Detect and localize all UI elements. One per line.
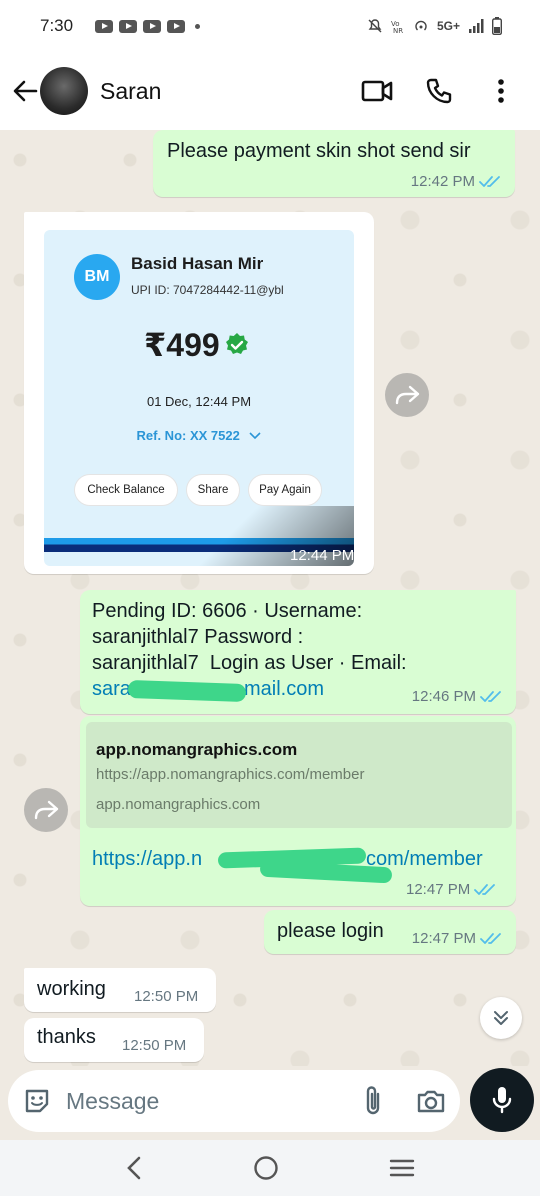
microphone-icon (492, 1087, 512, 1114)
message-meta: 12:47 PM (406, 881, 498, 898)
back-button[interactable] (10, 76, 40, 106)
scroll-to-bottom-button[interactable] (480, 997, 522, 1039)
payment-date: 01 Dec, 12:44 PM (146, 394, 252, 409)
message-line: saranjithlal7 Password : (92, 626, 304, 648)
forward-arrow-icon (34, 800, 59, 820)
preview-url: https://app.nomangraphics.com/member (96, 766, 365, 783)
sticker-icon[interactable] (22, 1086, 52, 1116)
video-call-button[interactable] (360, 74, 394, 108)
message-time: 12:47 PM (406, 881, 471, 898)
message-line: Pending ID: 6606 · Username: (92, 600, 363, 622)
payee-name: Basid Hasan Mir (131, 254, 264, 273)
message-input[interactable]: Message (66, 1088, 159, 1115)
voice-message-button[interactable] (470, 1068, 534, 1132)
payment-screenshot[interactable]: BM Basid Hasan Mir UPI ID: 7047284442-11… (44, 230, 354, 566)
contact-name[interactable]: Saran (100, 78, 161, 105)
forward-button[interactable] (24, 788, 68, 832)
video-camera-icon (361, 80, 393, 102)
preview-domain: app.nomangraphics.com (96, 796, 261, 813)
nav-recents-icon[interactable] (388, 1157, 416, 1179)
payee-avatar: BM (74, 254, 120, 300)
nav-home-icon[interactable] (252, 1154, 280, 1182)
verified-check-icon (225, 333, 248, 354)
chat-header: Saran (0, 52, 540, 130)
more-notifications-icon (195, 23, 201, 29)
message-meta: 12:46 PM (412, 688, 504, 705)
share-button: Share (186, 474, 240, 506)
notification-icons (95, 19, 201, 33)
message-line: saranjithlal7 Login as User · Email: (92, 652, 407, 674)
double-chevron-down-icon (494, 1011, 508, 1025)
message-text: Please payment skin shot send sir (167, 140, 471, 162)
message-meta: 12:47 PM (412, 930, 504, 947)
system-navigation-bar (0, 1140, 540, 1196)
message-time: 12:46 PM (411, 688, 476, 705)
email-link-end[interactable]: mail.com (244, 676, 324, 702)
message-meta: 12:42 PM (411, 173, 503, 190)
email-link-start[interactable]: sara (92, 676, 131, 702)
svg-text:NR: NR (393, 27, 403, 34)
message-time: 12:47 PM (411, 930, 476, 947)
youtube-icon (119, 19, 138, 33)
message-composer: Message (8, 1070, 460, 1132)
payee-upi-id: UPI ID: 7047284442-11@ybl (131, 283, 284, 297)
camera-icon[interactable] (416, 1088, 446, 1114)
youtube-icon (143, 19, 162, 33)
preview-title: app.nomangraphics.com (96, 740, 298, 759)
forward-arrow-icon (395, 385, 420, 405)
message-text: working (37, 978, 106, 1000)
hotspot-icon (415, 20, 427, 31)
youtube-icon (167, 19, 186, 33)
payment-amount: ₹499 (144, 326, 250, 364)
status-time: 7:30 (40, 16, 74, 35)
phone-icon (426, 78, 452, 104)
read-receipt-icon (480, 932, 501, 944)
message-bubble-incoming[interactable]: thanks 12:50 PM (24, 1018, 204, 1062)
message-bubble-outgoing[interactable]: Please payment skin shot send sir 12:42 … (153, 130, 515, 197)
pay-again-button: Pay Again (248, 474, 322, 506)
voice-call-button[interactable] (422, 74, 456, 108)
more-options-button[interactable] (484, 74, 518, 108)
network-type: 5G+ (436, 19, 460, 33)
message-time: 12:42 PM (410, 173, 475, 190)
link-text-start[interactable]: https://app.n (92, 846, 202, 872)
message-text: thanks (37, 1026, 96, 1048)
mute-bell-icon (368, 19, 382, 33)
nav-back-icon[interactable] (124, 1155, 144, 1181)
system-icons: Vo NR 5G+ (367, 17, 502, 35)
contact-avatar[interactable] (40, 67, 88, 115)
message-bubble-incoming[interactable]: working 12:50 PM (24, 968, 216, 1012)
kebab-menu-icon (498, 79, 504, 103)
status-bar: 7:30 Vo NR 5G+ (0, 0, 540, 52)
ref-number: Ref. No: XX 7522 (136, 428, 240, 443)
youtube-icon (95, 19, 114, 33)
check-balance-button: Check Balance (74, 474, 178, 506)
read-receipt-icon (474, 883, 496, 895)
volte-icon: VoNR (391, 20, 403, 34)
payment-ref: Ref. No: XX 7522 (44, 428, 354, 443)
forward-button[interactable] (385, 373, 429, 417)
attach-paperclip-icon[interactable] (362, 1085, 384, 1117)
signal-icon (469, 19, 484, 33)
back-arrow-icon (13, 80, 38, 102)
link-preview-card[interactable]: app.nomangraphics.com https://app.nomang… (86, 722, 512, 828)
message-time: 12:50 PM (134, 988, 199, 1005)
amount-value: ₹499 (144, 327, 220, 363)
read-receipt-icon (480, 690, 501, 702)
read-receipt-icon (479, 175, 500, 187)
message-bubble-outgoing[interactable]: please login 12:47 PM (264, 910, 516, 954)
message-text: please login (277, 920, 384, 942)
chevron-down-icon (249, 432, 262, 440)
battery-icon (492, 17, 502, 35)
message-time: 12:50 PM (122, 1037, 187, 1054)
